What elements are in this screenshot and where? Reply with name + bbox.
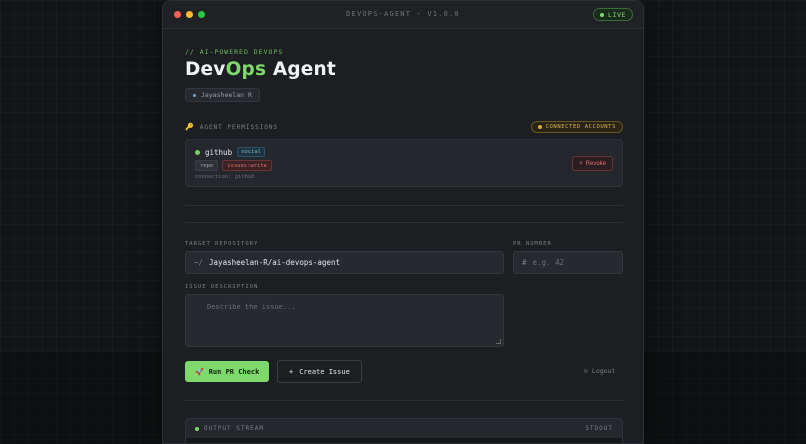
pr-number-input[interactable]: # e.g. 42	[513, 251, 623, 274]
issue-description-placeholder: Describe the issue...	[207, 303, 296, 311]
title-bar: DEVOPS-AGENT · V1.0.0 LIVE	[163, 1, 643, 29]
close-icon: ×	[579, 160, 583, 167]
permissions-title-label: AGENT PERMISSIONS	[199, 123, 279, 131]
revoke-label: Revoke	[585, 160, 606, 167]
page-kicker: // AI-POWERED DEVOPS	[185, 48, 284, 56]
stdout-label: STDOUT	[585, 425, 613, 432]
divider	[185, 222, 623, 223]
repo-input[interactable]: ~/ Jayasheelan-R/ai-devops-agent	[185, 251, 504, 274]
account-name-row: github social	[195, 147, 265, 157]
account-scopes: repo issues:write	[195, 160, 272, 171]
app-window: DEVOPS-AGENT · V1.0.0 LIVE // AI-POWERED…	[162, 0, 644, 444]
live-status-badge: LIVE	[592, 8, 633, 21]
repo-value: Jayasheelan-R/ai-devops-agent	[209, 258, 340, 267]
output-title: OUTPUT STREAM	[204, 425, 264, 432]
title-accent: Ops	[225, 59, 267, 80]
permissions-header: 🔑 AGENT PERMISSIONS CONNECTED ACCOUNTS	[185, 121, 623, 133]
key-icon: 🔑	[185, 123, 195, 131]
hash-prefix: #	[522, 258, 527, 267]
account-status-icon	[195, 149, 200, 155]
live-status-label: LIVE	[607, 10, 626, 19]
connected-accounts-badge[interactable]: CONNECTED ACCOUNTS	[530, 121, 623, 133]
divider	[185, 400, 623, 401]
logout-button[interactable]: ⎋ Logout	[584, 367, 615, 375]
repo-label: TARGET REPOSITORY	[185, 241, 259, 247]
run-pr-check-button[interactable]: 🚀 Run PR Check	[185, 361, 270, 382]
window-title: DEVOPS-AGENT · V1.0.0	[346, 10, 460, 18]
logout-label: Logout	[591, 367, 616, 375]
create-issue-button[interactable]: + Create Issue	[277, 360, 362, 383]
rocket-icon: 🚀	[195, 367, 204, 376]
user-chip: Jayasheelan R	[185, 88, 260, 102]
issue-description-label: ISSUE DESCRIPTION	[185, 284, 259, 290]
output-stream-panel: OUTPUT STREAM STDOUT	[185, 418, 623, 443]
run-pr-check-label: Run PR Check	[208, 367, 260, 376]
repo-prefix: ~/	[194, 258, 204, 267]
account-connection: connection: github	[195, 174, 255, 180]
connected-indicator-icon	[537, 125, 542, 129]
output-body[interactable]	[186, 438, 622, 443]
logout-icon: ⎋	[584, 367, 588, 375]
title-suffix: Agent	[266, 59, 336, 80]
pr-number-label: PR NUMBER	[513, 241, 552, 247]
user-name: Jayasheelan R	[201, 91, 252, 99]
revoke-button[interactable]: × Revoke	[572, 156, 613, 171]
account-type-tag: social	[237, 147, 265, 157]
connected-accounts-label: CONNECTED ACCOUNTS	[545, 124, 616, 130]
account-name: github	[205, 147, 233, 157]
user-status-icon	[193, 93, 196, 97]
scope-badge-repo: repo	[195, 160, 219, 171]
stream-status-icon	[195, 426, 199, 431]
issue-description-textarea[interactable]: Describe the issue...	[185, 294, 504, 347]
permissions-title: 🔑 AGENT PERMISSIONS	[185, 123, 278, 131]
pr-number-placeholder: e.g. 42	[532, 258, 565, 267]
plus-icon: +	[289, 367, 294, 376]
create-issue-label: Create Issue	[299, 367, 350, 376]
divider	[185, 205, 623, 206]
page-title: DevOps Agent	[185, 59, 336, 80]
github-account-card: github social repo issues:write connecti…	[185, 139, 623, 187]
resize-handle-icon[interactable]	[496, 339, 501, 344]
scope-badge-issues-write: issues:write	[222, 160, 272, 171]
live-indicator-icon	[599, 12, 604, 17]
output-header: OUTPUT STREAM	[195, 425, 264, 432]
title-prefix: Dev	[185, 59, 226, 80]
